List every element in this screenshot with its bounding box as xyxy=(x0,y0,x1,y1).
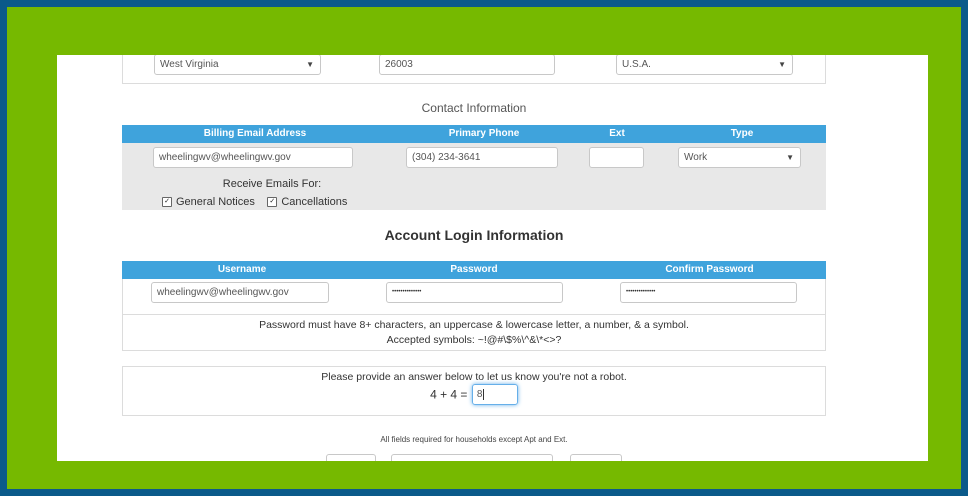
password-rule-text: Password must have 8+ characters, an upp… xyxy=(259,319,689,331)
login-fields-row: wheelingwv@wheelingwv.gov ••••••••••••••… xyxy=(122,279,826,315)
password-value: •••••••••••••• xyxy=(392,289,422,295)
captcha-question: 4 + 4 = xyxy=(430,387,468,402)
country-value: U.S.A. xyxy=(622,59,651,70)
bottom-field-2[interactable] xyxy=(391,454,553,461)
zip-value: 26003 xyxy=(385,59,413,70)
cancellations-checkbox[interactable]: ✓ Cancellations xyxy=(267,193,347,210)
billing-email-field[interactable]: wheelingwv@wheelingwv.gov xyxy=(153,147,353,168)
green-frame: West Virginia ▼ 26003 U.S.A. ▼ Contact I… xyxy=(7,7,961,489)
header-primary-phone: Primary Phone xyxy=(448,128,520,139)
header-confirm-password: Confirm Password xyxy=(665,264,754,275)
billing-email-value: wheelingwv@wheelingwv.gov xyxy=(159,152,291,163)
general-notices-label: General Notices xyxy=(176,195,255,208)
password-rules-box: Password must have 8+ characters, an upp… xyxy=(122,314,826,351)
primary-phone-value: (304) 234-3641 xyxy=(412,152,481,163)
captcha-answer-field[interactable]: 8​ xyxy=(471,384,518,405)
address-row: West Virginia ▼ 26003 U.S.A. ▼ xyxy=(122,55,826,84)
bottom-field-3[interactable] xyxy=(570,454,622,461)
username-field[interactable]: wheelingwv@wheelingwv.gov xyxy=(151,282,329,303)
header-billing-email: Billing Email Address xyxy=(203,128,307,139)
receive-emails-options: ✓ General Notices ✓ Cancellations xyxy=(162,193,347,211)
confirm-password-field[interactable]: •••••••••••••• xyxy=(620,282,797,303)
header-password: Password xyxy=(450,264,498,275)
chevron-down-icon: ▼ xyxy=(786,153,794,162)
captcha-question-row: 4 + 4 = 8​ xyxy=(123,384,825,405)
state-value: West Virginia xyxy=(160,59,219,70)
captcha-box: Please provide an answer below to let us… xyxy=(122,366,826,416)
ext-field[interactable] xyxy=(589,147,644,168)
zip-field[interactable]: 26003 xyxy=(379,55,555,75)
footer-note: All fields required for households excep… xyxy=(380,435,568,444)
text-cursor: ​ xyxy=(483,389,485,400)
login-section-title: Account Login Information xyxy=(384,227,564,243)
login-header-row: Username Password Confirm Password xyxy=(122,261,826,279)
state-select[interactable]: West Virginia ▼ xyxy=(154,55,321,75)
header-ext: Ext xyxy=(609,128,625,139)
checkmark-icon: ✓ xyxy=(267,196,278,207)
header-username: Username xyxy=(217,264,267,275)
confirm-password-value: •••••••••••••• xyxy=(626,289,656,295)
type-select[interactable]: Work ▼ xyxy=(678,147,801,168)
cancellations-label: Cancellations xyxy=(281,195,348,208)
country-select[interactable]: U.S.A. ▼ xyxy=(616,55,793,75)
type-value: Work xyxy=(684,152,708,163)
contact-header-row: Billing Email Address Primary Phone Ext … xyxy=(122,125,826,143)
contact-fields-row: wheelingwv@wheelingwv.gov (304) 234-3641… xyxy=(122,143,826,210)
chevron-down-icon: ▼ xyxy=(306,60,314,69)
primary-phone-field[interactable]: (304) 234-3641 xyxy=(406,147,558,168)
password-field[interactable]: •••••••••••••• xyxy=(386,282,563,303)
form-panel: West Virginia ▼ 26003 U.S.A. ▼ Contact I… xyxy=(57,55,928,461)
contact-section-title: Contact Information xyxy=(421,101,527,115)
captcha-prompt: Please provide an answer below to let us… xyxy=(321,371,627,383)
chevron-down-icon: ▼ xyxy=(778,60,786,69)
bottom-field-1[interactable] xyxy=(326,454,376,461)
receive-emails-label: Receive Emails For: xyxy=(222,178,322,190)
accepted-symbols-text: Accepted symbols: ~!@#\$%\^&\*<>? xyxy=(386,334,562,346)
general-notices-checkbox[interactable]: ✓ General Notices xyxy=(162,193,259,210)
checkmark-icon: ✓ xyxy=(162,196,172,207)
captcha-answer-value: 8 xyxy=(476,389,483,400)
header-type: Type xyxy=(730,128,754,139)
username-value: wheelingwv@wheelingwv.gov xyxy=(157,287,289,298)
